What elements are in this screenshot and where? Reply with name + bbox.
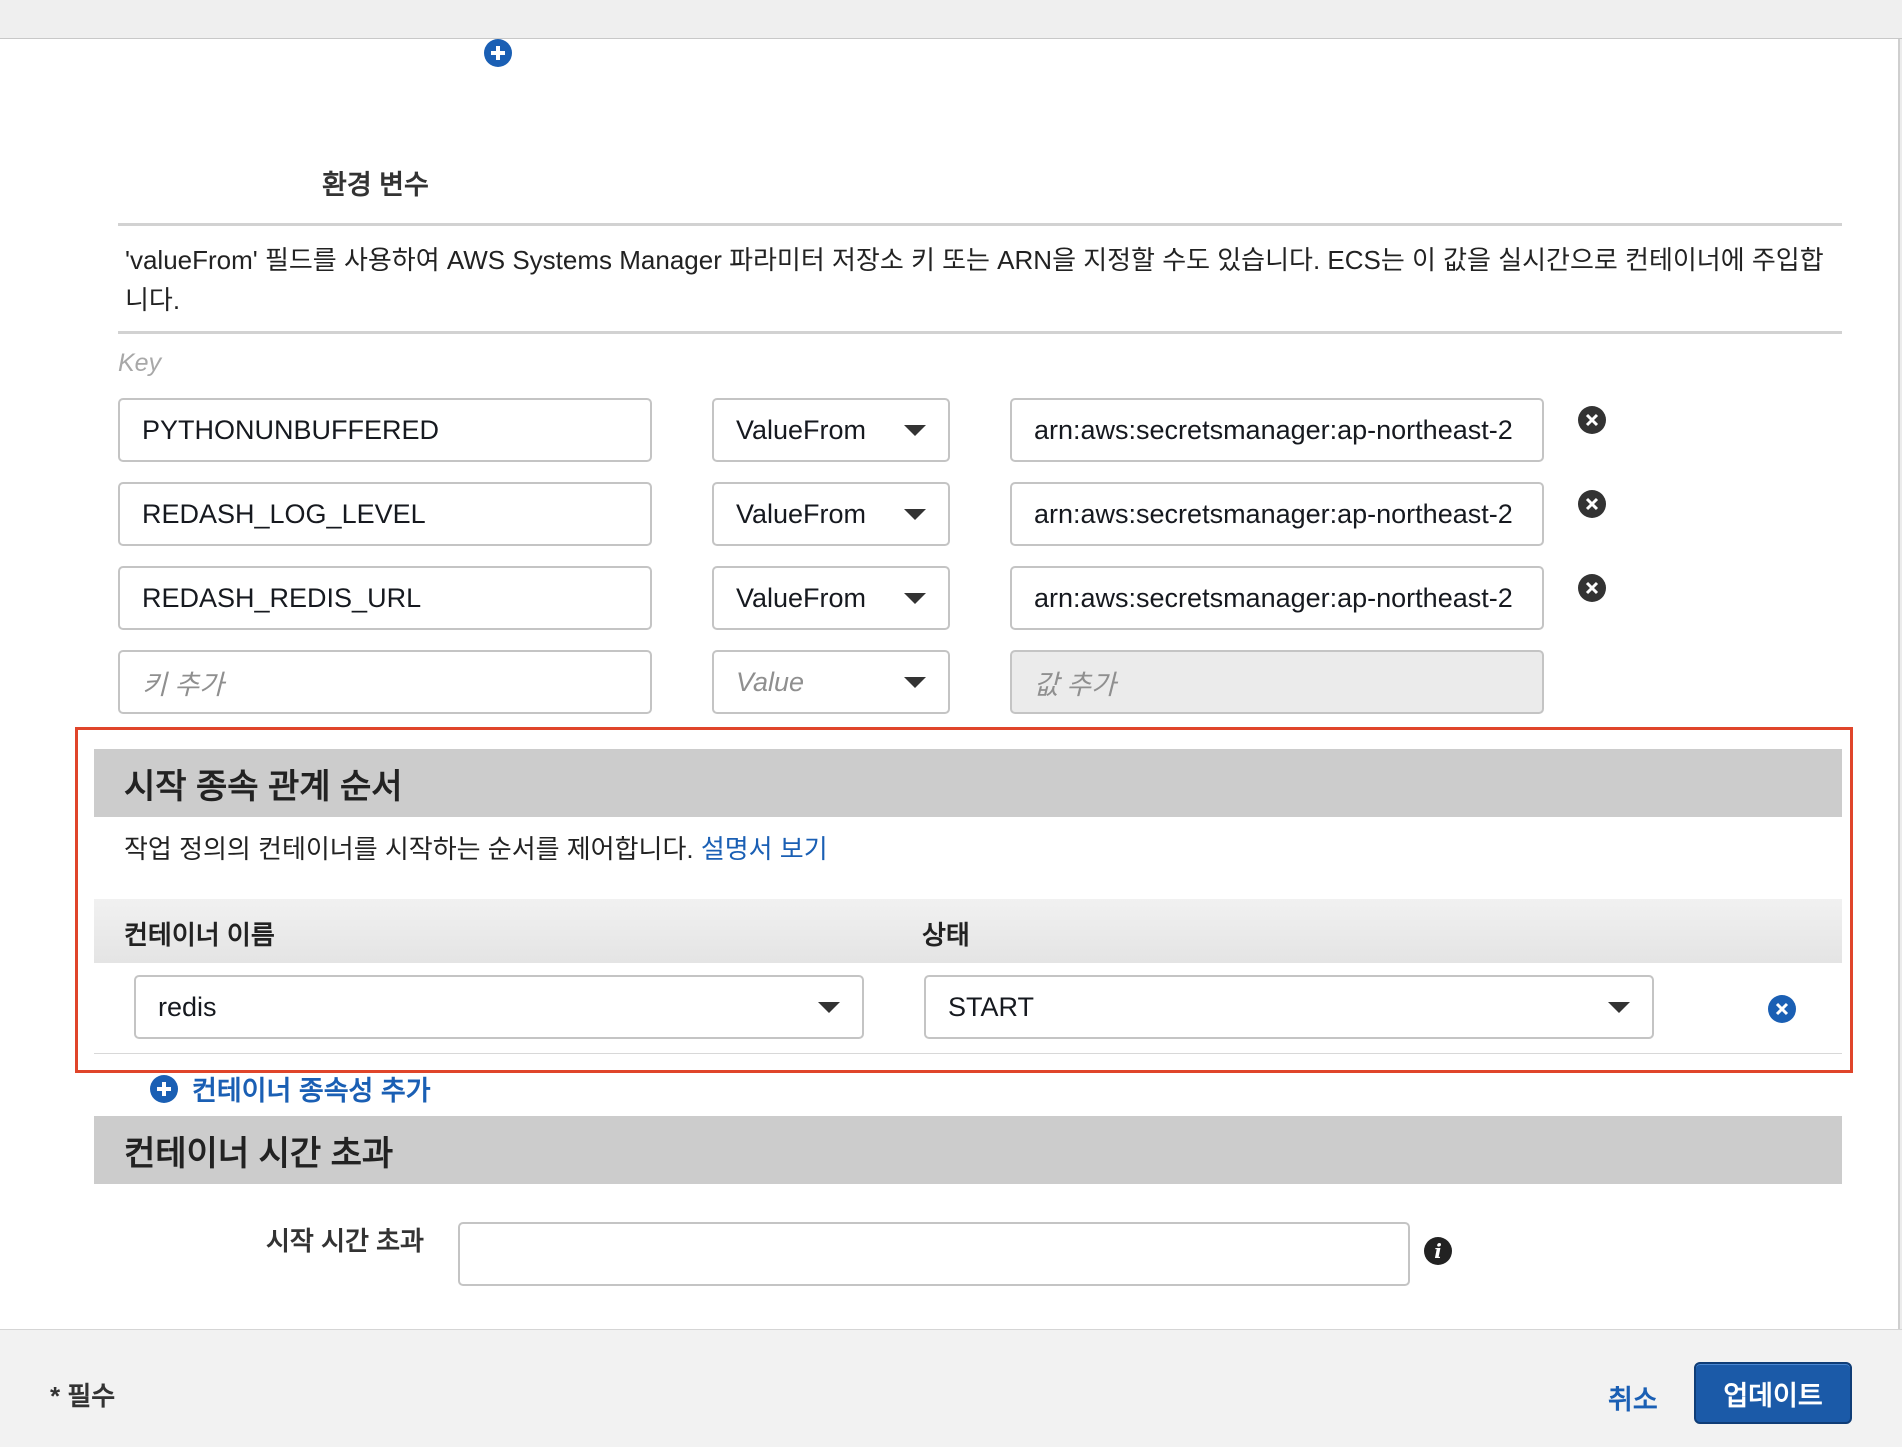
remove-dependency-icon[interactable] bbox=[1768, 995, 1796, 1023]
env-key-input[interactable]: REDASH_LOG_LEVEL bbox=[118, 482, 652, 546]
add-icon bbox=[150, 1074, 178, 1103]
chevron-down-icon bbox=[904, 508, 926, 520]
column-header-condition: 상태 bbox=[922, 920, 970, 950]
dependency-container-select[interactable]: redis bbox=[134, 975, 864, 1039]
add-dependency-button[interactable]: 컨테이너 종속성 추가 bbox=[150, 1069, 431, 1108]
start-timeout-input[interactable] bbox=[458, 1222, 1410, 1286]
dependency-condition-value: START bbox=[948, 991, 1035, 1022]
timeout-section-header: 컨테이너 시간 초과 bbox=[94, 1116, 1842, 1184]
timeout-section-title: 컨테이너 시간 초과 bbox=[124, 1134, 394, 1173]
env-section-title: 환경 변수 bbox=[322, 170, 429, 200]
remove-env-row-icon[interactable] bbox=[1578, 490, 1606, 518]
env-type-value: ValueFrom bbox=[736, 498, 867, 529]
env-type-select[interactable]: ValueFrom bbox=[712, 566, 950, 630]
info-icon[interactable]: i bbox=[1424, 1237, 1452, 1265]
dependency-condition-select[interactable]: START bbox=[924, 975, 1654, 1039]
modal-footer: * 필수 취소 업데이트 bbox=[0, 1329, 1902, 1447]
env-key-input[interactable]: PYTHONUNBUFFERED bbox=[118, 398, 652, 462]
required-note: * 필수 bbox=[50, 1381, 116, 1411]
env-type-select[interactable]: ValueFrom bbox=[712, 482, 950, 546]
update-button[interactable]: 업데이트 bbox=[1694, 1362, 1852, 1424]
new-env-value-input[interactable]: 값 추가 bbox=[1010, 650, 1544, 714]
env-description: 'valueFrom' 필드를 사용하여 AWS Systems Manager… bbox=[125, 245, 1824, 315]
new-env-type-select[interactable]: Value bbox=[712, 650, 950, 714]
divider bbox=[118, 223, 1842, 226]
dependency-section-header: 시작 종속 관계 순서 bbox=[94, 749, 1842, 817]
window-top-strip bbox=[0, 0, 1902, 39]
add-dependency-label: 컨테이너 종속성 추가 bbox=[192, 1076, 431, 1106]
divider bbox=[118, 331, 1842, 334]
env-value-input[interactable]: arn:aws:secretsmanager:ap-northeast-2 bbox=[1010, 566, 1544, 630]
chevron-down-icon bbox=[1608, 1001, 1630, 1013]
chevron-down-icon bbox=[818, 1001, 840, 1013]
dependency-description-line: 작업 정의의 컨테이너를 시작하는 순서를 제어합니다. 설명서 보기 bbox=[124, 829, 828, 866]
remove-env-row-icon[interactable] bbox=[1578, 574, 1606, 602]
chevron-down-icon bbox=[904, 592, 926, 604]
add-port-mapping-icon[interactable] bbox=[484, 39, 512, 67]
edit-container-panel: 환경 변수 'valueFrom' 필드를 사용하여 AWS Systems M… bbox=[0, 39, 1900, 1329]
new-env-key-input[interactable]: 키 추가 bbox=[118, 650, 652, 714]
dependency-container-value: redis bbox=[158, 991, 217, 1022]
new-env-type-value: Value bbox=[736, 666, 805, 697]
row-divider bbox=[94, 1053, 1842, 1054]
env-key-input[interactable]: REDASH_REDIS_URL bbox=[118, 566, 652, 630]
column-header-container-name: 컨테이너 이름 bbox=[124, 920, 275, 950]
remove-env-row-icon[interactable] bbox=[1578, 406, 1606, 434]
cancel-button[interactable]: 취소 bbox=[1608, 1378, 1658, 1417]
env-type-select[interactable]: ValueFrom bbox=[712, 398, 950, 462]
chevron-down-icon bbox=[904, 676, 926, 688]
dependency-section-title: 시작 종속 관계 순서 bbox=[124, 767, 403, 806]
env-type-value: ValueFrom bbox=[736, 414, 867, 445]
env-value-input[interactable]: arn:aws:secretsmanager:ap-northeast-2 bbox=[1010, 398, 1544, 462]
chevron-down-icon bbox=[904, 424, 926, 436]
env-value-input[interactable]: arn:aws:secretsmanager:ap-northeast-2 bbox=[1010, 482, 1544, 546]
key-column-header: Key bbox=[118, 349, 162, 377]
dependency-description: 작업 정의의 컨테이너를 시작하는 순서를 제어합니다. bbox=[124, 834, 694, 864]
env-type-value: ValueFrom bbox=[736, 582, 867, 613]
documentation-link[interactable]: 설명서 보기 bbox=[701, 834, 828, 864]
start-timeout-label: 시작 시간 초과 bbox=[266, 1226, 424, 1256]
